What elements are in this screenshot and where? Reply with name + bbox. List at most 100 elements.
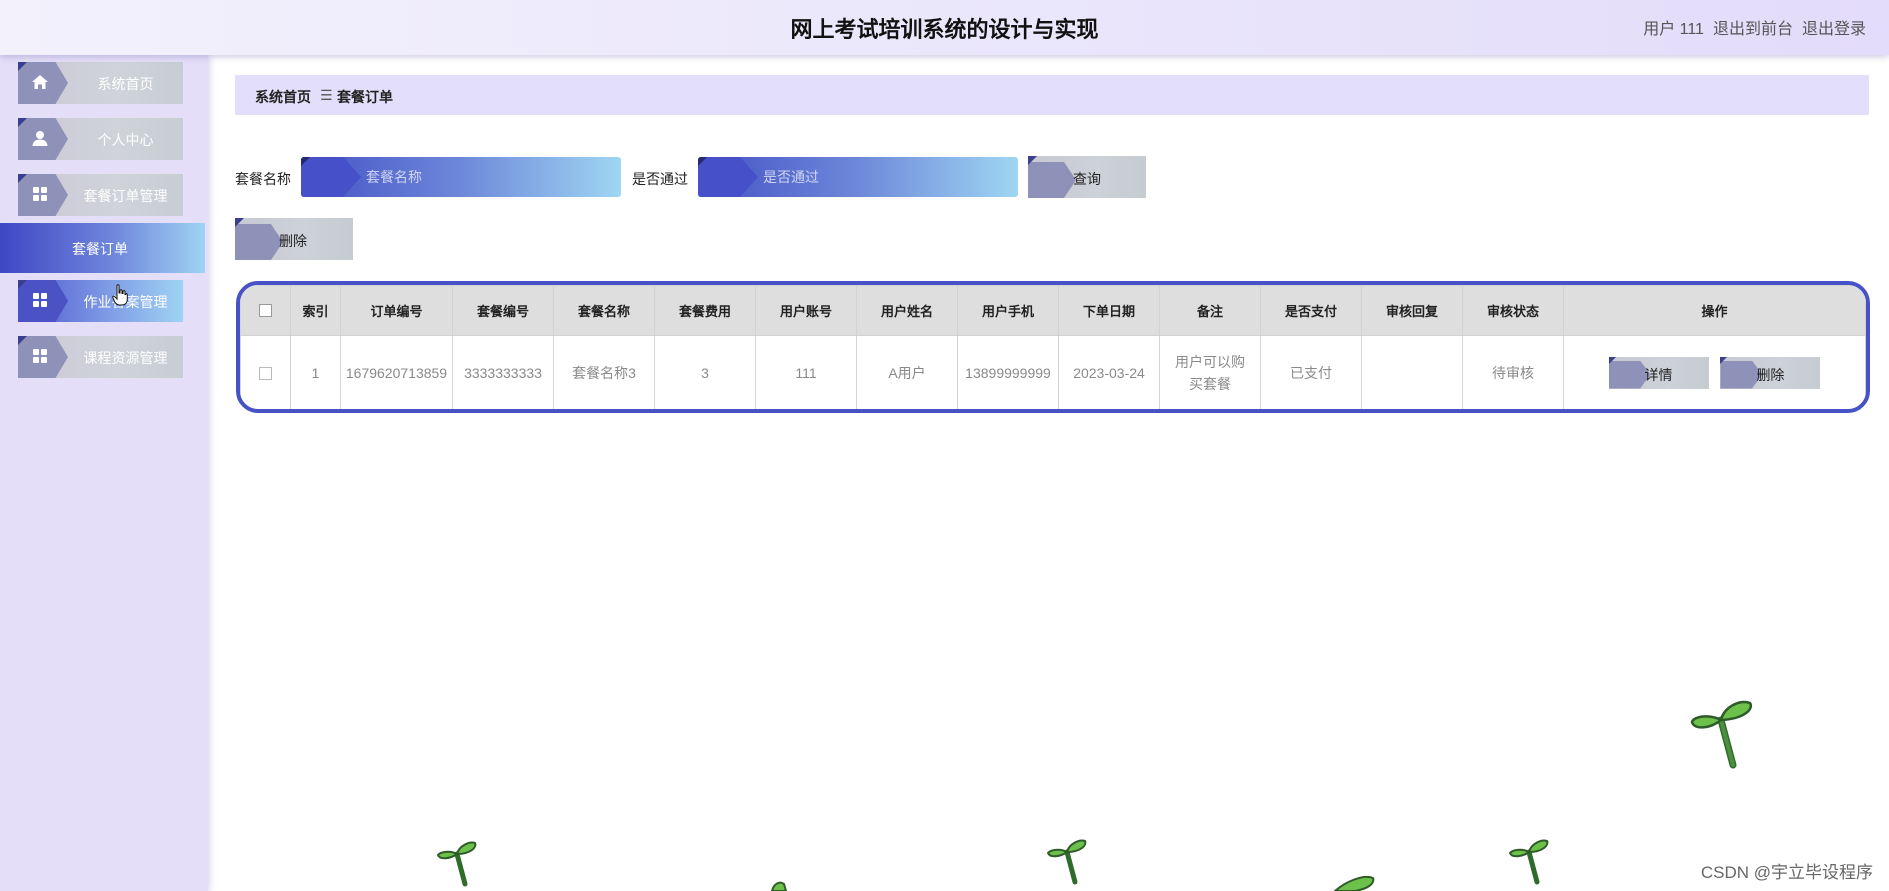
column-header: 下单日期 (1058, 285, 1160, 336)
select-all-checkbox[interactable] (259, 304, 272, 317)
cell-package-no: 3333333333 (452, 335, 554, 409)
cell-paid: 已支付 (1260, 335, 1362, 409)
propeller-icon (1508, 839, 1549, 885)
breadcrumb-current: 套餐订单 (337, 89, 393, 105)
header-user-links: 用户 111 退出到前台 退出登录 (1643, 15, 1866, 39)
column-header: 操作 (1563, 285, 1866, 336)
column-header: 用户姓名 (856, 285, 958, 336)
column-header: 套餐费用 (654, 285, 756, 336)
button-arrow-shape (235, 224, 283, 260)
column-header: 用户账号 (755, 285, 857, 336)
input-arrow-shape (301, 157, 361, 197)
sidebar: 系统首页 个人中心 套餐订单管理 套餐订单 作业答案 (0, 55, 208, 891)
user-icon (32, 131, 48, 146)
app-title: 网上考试培训系统的设计与实现 (790, 18, 1099, 43)
column-header: 索引 (290, 285, 341, 336)
cell-package-name: 套餐名称3 (553, 335, 655, 409)
passed-label: 是否通过 (632, 171, 688, 187)
grid-icon (33, 293, 47, 307)
sidebar-item-label: 系统首页 (97, 76, 154, 92)
button-corner-shape (1608, 356, 1616, 364)
delete-button[interactable]: 删除 (235, 218, 353, 260)
sidebar-item-label: 套餐订单管理 (83, 188, 168, 204)
cell-index: 1 (290, 335, 341, 409)
query-button-label: 查询 (1073, 171, 1101, 187)
menu-corner-shape (18, 336, 27, 345)
propeller-icon (436, 841, 477, 887)
detail-button[interactable]: 详情 (1608, 356, 1709, 389)
home-icon (32, 75, 48, 89)
row-delete-button-label: 删除 (1756, 366, 1785, 383)
cell-remark: 用户可以购买套餐 (1159, 335, 1261, 409)
propeller-icon (1333, 876, 1375, 891)
top-header: 网上考试培训系统的设计与实现 用户 111 退出到前台 退出登录 (0, 0, 1889, 55)
sidebar-item-label: 课程资源管理 (83, 350, 168, 366)
propeller-icon (1046, 839, 1087, 885)
exit-to-front-link[interactable]: 退出到前台 (1713, 15, 1793, 39)
csdn-watermark: CSDN @宇立毕设程序 (1700, 863, 1873, 882)
cell-user-account: 111 (755, 335, 857, 409)
button-corner-shape (1028, 156, 1037, 165)
cell-order-no: 1679620713859 (340, 335, 453, 409)
breadcrumb-separator-icon: ☰ (320, 87, 333, 103)
sidebar-item-home[interactable]: 系统首页 (18, 62, 183, 104)
button-corner-shape (235, 218, 244, 227)
sidebar-item-course-resource-management[interactable]: 课程资源管理 (18, 336, 183, 378)
column-header: 是否支付 (1260, 285, 1362, 336)
cell-package-fee: 3 (654, 335, 756, 409)
breadcrumb-home-link[interactable]: 系统首页 (255, 87, 311, 107)
passed-input-wrap (698, 157, 1018, 197)
column-header: 订单编号 (340, 285, 453, 336)
column-header: 审核状态 (1462, 285, 1564, 336)
breadcrumb: 系统首页 ☰ 套餐订单 (235, 75, 1869, 115)
table-row: 1 1679620713859 3333333333 套餐名称3 3 111 A… (240, 335, 1866, 409)
sidebar-item-homework-answer-management[interactable]: 作业答案管理 (18, 280, 183, 322)
column-header: 用户手机 (957, 285, 1059, 336)
cell-order-date: 2023-03-24 (1058, 335, 1160, 409)
delete-button-label: 删除 (279, 233, 307, 249)
header-select-all (240, 285, 291, 336)
user-label: 用户 111 (1643, 21, 1704, 38)
row-select-cell (240, 335, 291, 409)
sidebar-subitem-label: 套餐订单 (72, 241, 128, 257)
column-header: 套餐编号 (452, 285, 554, 336)
detail-button-label: 详情 (1644, 366, 1673, 383)
orders-table-wrap: 索引 订单编号 套餐编号 套餐名称 套餐费用 用户账号 用户姓名 用户手机 下单… (236, 281, 1870, 413)
menu-corner-shape (18, 174, 27, 183)
cell-user-phone: 13899999999 (957, 335, 1059, 409)
propeller-icon (1690, 700, 1753, 769)
logout-link[interactable]: 退出登录 (1802, 15, 1866, 39)
sidebar-item-package-order-management[interactable]: 套餐订单管理 (18, 174, 183, 216)
cell-user-name: A用户 (856, 335, 958, 409)
input-arrow-shape (698, 157, 758, 197)
row-checkbox[interactable] (259, 367, 272, 381)
sidebar-item-personal-center[interactable]: 个人中心 (18, 118, 183, 160)
sidebar-item-label: 个人中心 (97, 132, 154, 148)
column-header: 审核回复 (1361, 285, 1463, 336)
button-corner-shape (1720, 356, 1728, 364)
package-name-input[interactable] (366, 157, 596, 197)
cell-actions: 详情 删除 (1563, 335, 1866, 409)
column-header: 套餐名称 (553, 285, 655, 336)
menu-corner-shape (18, 62, 27, 71)
cell-audit-reply (1361, 335, 1463, 409)
grid-icon (33, 349, 47, 363)
passed-input[interactable] (763, 157, 993, 197)
menu-corner-shape (18, 118, 27, 127)
hand-cursor-icon (112, 284, 128, 306)
cell-audit-status: 待审核 (1462, 335, 1564, 409)
column-header: 备注 (1159, 285, 1261, 336)
propeller-icon (770, 881, 788, 891)
package-name-label: 套餐名称 (235, 171, 291, 187)
button-arrow-shape (1028, 162, 1076, 198)
menu-corner-shape (18, 280, 27, 289)
orders-table: 索引 订单编号 套餐编号 套餐名称 套餐费用 用户账号 用户姓名 用户手机 下单… (240, 285, 1866, 409)
row-delete-button[interactable]: 删除 (1720, 356, 1821, 389)
input-corner-shape (698, 157, 707, 166)
sidebar-subitem-package-order[interactable]: 套餐订单 (0, 223, 205, 273)
grid-icon (33, 187, 47, 201)
input-corner-shape (301, 157, 310, 166)
query-button[interactable]: 查询 (1028, 156, 1146, 198)
table-header-row: 索引 订单编号 套餐编号 套餐名称 套餐费用 用户账号 用户姓名 用户手机 下单… (240, 285, 1866, 336)
package-name-input-wrap (301, 157, 621, 197)
